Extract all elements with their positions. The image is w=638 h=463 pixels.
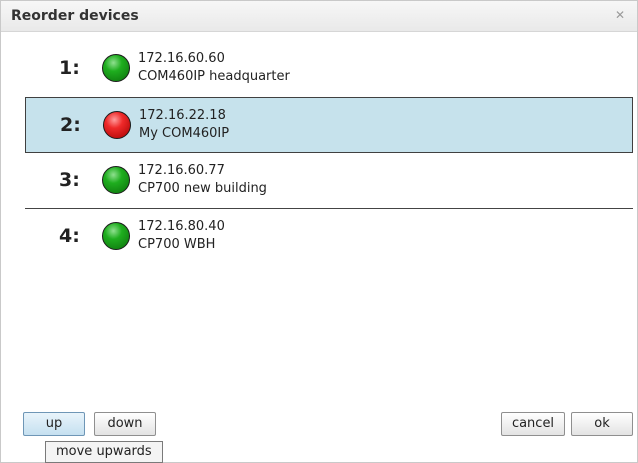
tooltip: move upwards <box>45 441 163 463</box>
status-green-icon <box>102 54 130 82</box>
device-row[interactable]: 3: 172.16.60.77 CP700 new building <box>25 153 633 209</box>
status-red-icon <box>103 111 131 139</box>
close-icon[interactable]: ✕ <box>613 8 627 22</box>
dialog-title: Reorder devices <box>11 8 139 24</box>
dialog-titlebar: Reorder devices ✕ <box>1 1 637 32</box>
device-ip: 172.16.22.18 <box>139 108 226 123</box>
device-name: CP700 WBH <box>138 237 216 252</box>
device-ip: 172.16.60.77 <box>138 163 225 178</box>
device-name: My COM460IP <box>139 126 230 141</box>
device-row[interactable]: 4: 172.16.80.40 CP700 WBH <box>25 209 633 265</box>
device-ip: 172.16.80.40 <box>138 219 225 234</box>
up-button[interactable]: up <box>23 412 85 436</box>
device-index: 2: <box>60 114 81 136</box>
device-index: 4: <box>59 225 80 247</box>
device-ip: 172.16.60.60 <box>138 51 225 66</box>
ok-button[interactable]: ok <box>571 412 633 436</box>
status-green-icon <box>102 222 130 250</box>
device-name: COM460IP headquarter <box>138 69 290 84</box>
status-green-icon <box>102 166 130 194</box>
cancel-button[interactable]: cancel <box>501 412 565 436</box>
device-name: CP700 new building <box>138 181 267 196</box>
device-index: 1: <box>59 57 80 79</box>
down-button[interactable]: down <box>94 412 156 436</box>
device-row[interactable]: 1: 172.16.60.60 COM460IP headquarter <box>25 41 633 97</box>
reorder-devices-dialog: Reorder devices ✕ 1: 172.16.60.60 COM460… <box>0 0 638 463</box>
device-row-selected[interactable]: 2: 172.16.22.18 My COM460IP <box>25 97 633 153</box>
device-list: 1: 172.16.60.60 COM460IP headquarter 2: … <box>25 41 633 265</box>
device-index: 3: <box>59 169 80 191</box>
